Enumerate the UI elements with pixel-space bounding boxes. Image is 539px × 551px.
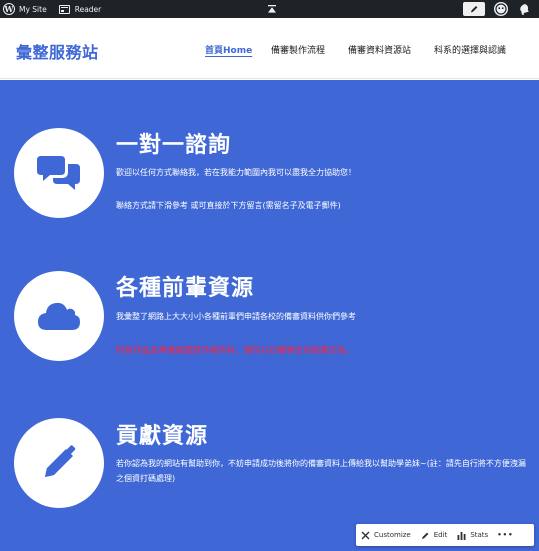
contribute-circle xyxy=(14,418,104,508)
copyright-warning: 所有作品及準備留置原作者所有，請勿以抄襲等任何商業行為。 xyxy=(116,346,355,356)
customize-label: Customize xyxy=(374,531,411,539)
stats-label: Stats xyxy=(470,531,489,539)
consultation-circle xyxy=(14,128,104,218)
resources-title: 各種前輩資源 xyxy=(116,276,255,301)
nav-item-home[interactable]: 首頁Home xyxy=(205,43,252,56)
wordpress-icon: W xyxy=(3,3,15,15)
write-pencil-icon xyxy=(471,6,478,13)
notifications-button[interactable] xyxy=(517,2,531,16)
avatar[interactable] xyxy=(494,2,508,16)
contribute-title: 貢獻資源 xyxy=(116,424,209,449)
bell-icon xyxy=(520,4,529,15)
reader-label: Reader xyxy=(74,4,102,14)
avatar-icon xyxy=(495,3,507,15)
pencil-icon xyxy=(45,445,76,477)
consultation-title: 一對一諮詢 xyxy=(116,133,232,158)
scroll-top-icon[interactable] xyxy=(267,4,277,14)
admin-bar: W My Site Reader xyxy=(0,0,539,18)
edit-button[interactable]: Edit xyxy=(416,524,453,546)
my-site-label: My Site xyxy=(19,4,47,14)
admin-toolbar: Customize Edit Stats ••• xyxy=(356,524,534,546)
wordpress-logo-button[interactable]: W xyxy=(0,0,19,18)
resources-circle xyxy=(14,271,104,361)
consultation-text-2: 聯絡方式請下滑參考 或可直接於下方留言(需留名子及電子郵件) xyxy=(116,201,341,210)
chat-bubbles-icon xyxy=(37,156,80,190)
more-options-icon[interactable]: ••• xyxy=(493,524,519,546)
main-content: 一對一諮詢 歡迎以任何方式聯絡我，若在我能力範圍內我可以盡我全力協助您！ 聯絡方… xyxy=(0,80,539,551)
reader-icon xyxy=(58,4,70,14)
stats-bars-icon xyxy=(457,531,466,540)
my-site-link[interactable]: My Site xyxy=(19,0,59,18)
tools-icon xyxy=(361,531,370,539)
reader-link[interactable]: Reader xyxy=(58,0,102,18)
nav-item-resources[interactable]: 備審資料資源站 xyxy=(348,43,411,56)
edit-label: Edit xyxy=(433,531,448,539)
nav-item-process[interactable]: 備審製作流程 xyxy=(271,43,325,56)
write-post-button[interactable] xyxy=(463,2,485,16)
resources-text: 我彙整了網路上大大小小各種前輩們申請各校的備審資料供你們參考 xyxy=(116,312,356,321)
cloud-icon xyxy=(38,302,80,330)
edit-pencil-icon xyxy=(421,532,429,539)
consultation-text-1: 歡迎以任何方式聯絡我，若在我能力範圍內我可以盡我全力協助您！ xyxy=(116,168,356,177)
nav-item-departments[interactable]: 科系的選擇與認識 xyxy=(434,43,506,56)
site-header: 彙整服務站 首頁Home 備審製作流程 備審資料資源站 科系的選擇與認識 xyxy=(0,18,539,79)
stats-button[interactable]: Stats xyxy=(452,524,493,546)
contribute-text: 若你認為我的網站有幫助到你，不妨申請成功後將你的備審資料上傳給我以幫助學弟妹~(… xyxy=(116,459,526,483)
customize-button[interactable]: Customize xyxy=(356,524,416,546)
site-title[interactable]: 彙整服務站 xyxy=(16,39,99,63)
